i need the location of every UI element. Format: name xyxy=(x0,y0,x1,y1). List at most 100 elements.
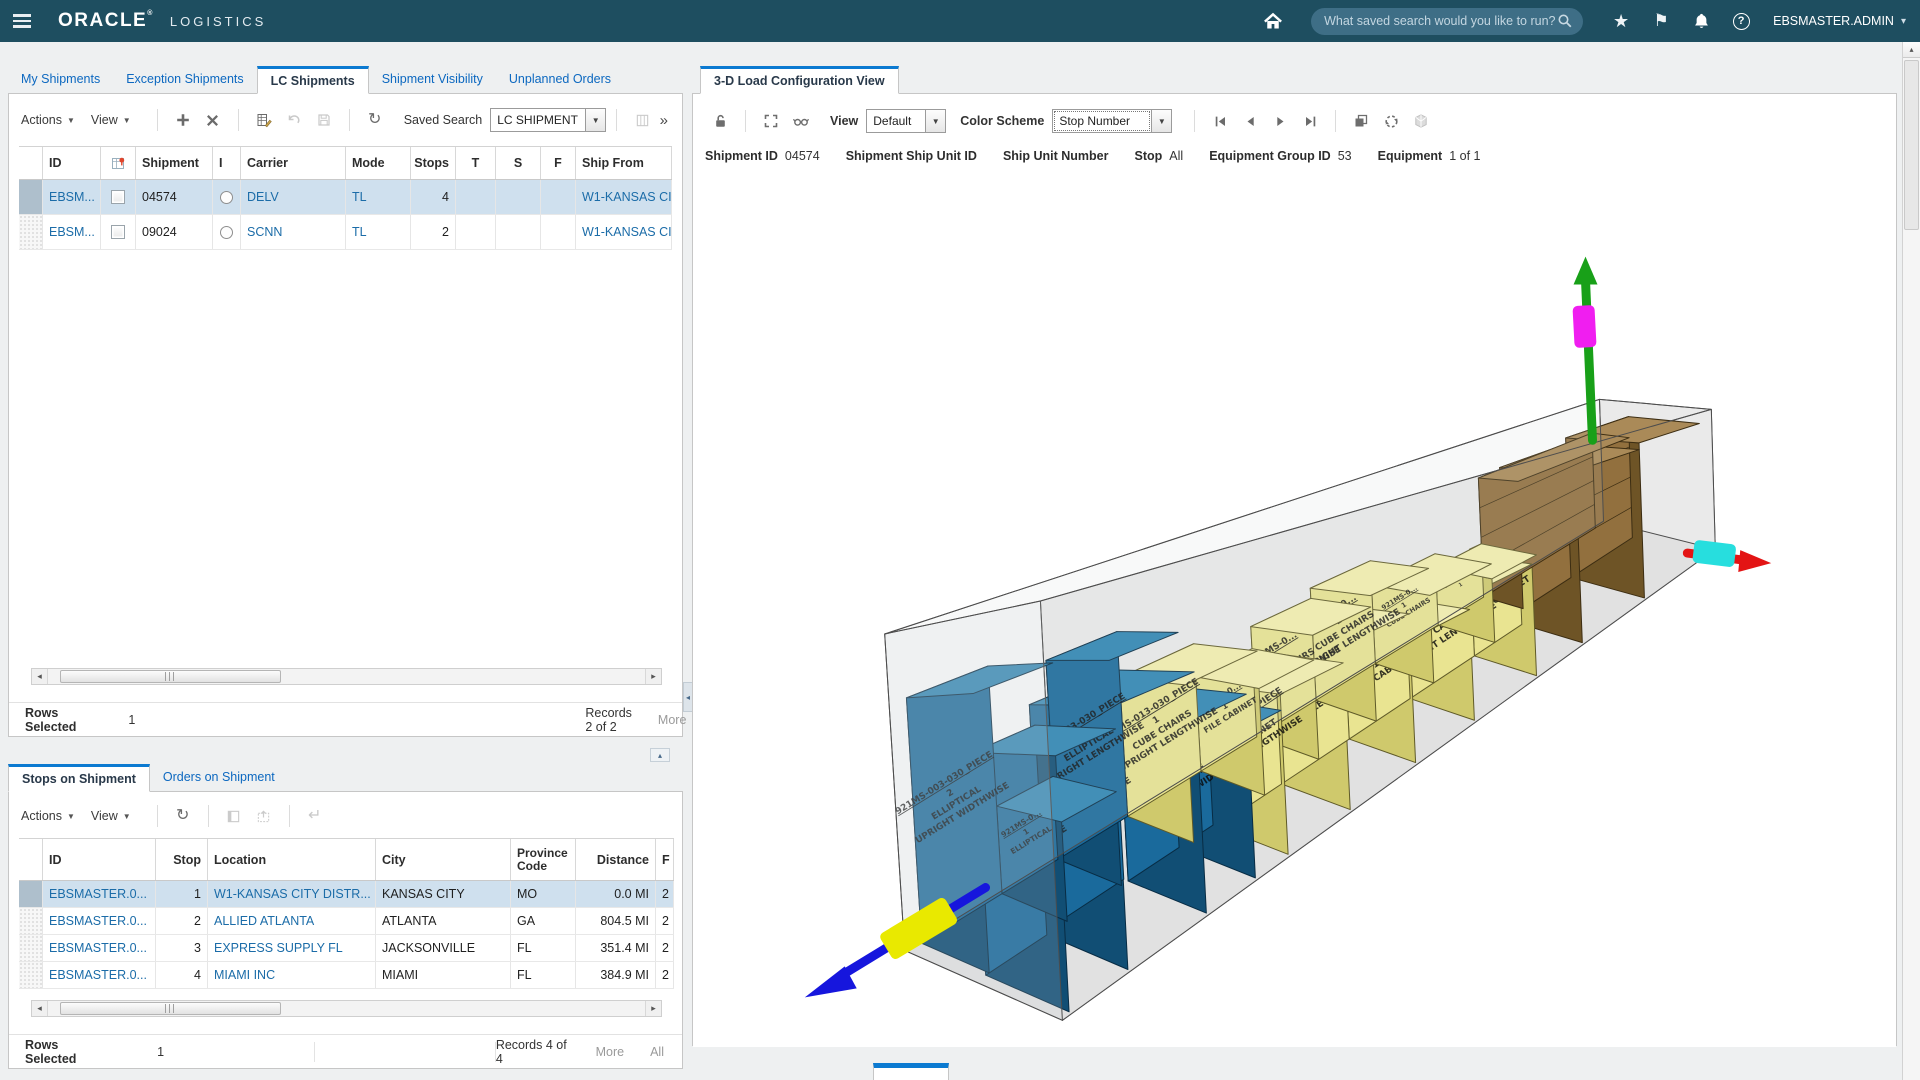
cell-link[interactable]: EBSMASTER.0... xyxy=(49,887,147,901)
table-row[interactable]: EBSMASTER.0...3EXPRESS SUPPLY FLJACKSONV… xyxy=(19,935,674,962)
table-row[interactable]: EBSM...09024SCNNTL2W1-KANSAS CI xyxy=(19,215,672,250)
shipments-hscrollbar[interactable]: ◂ ▸ xyxy=(31,668,662,685)
tab-shipment-visibility[interactable]: Shipment Visibility xyxy=(369,67,496,93)
color-scheme-dropdown-button[interactable]: ▼ xyxy=(1152,109,1172,133)
actions-menu-button[interactable]: Actions▼ xyxy=(21,113,75,127)
scroll-up-icon[interactable]: ▴ xyxy=(1903,42,1920,58)
first-equipment-icon[interactable] xyxy=(1208,109,1232,133)
row-selector-cell[interactable] xyxy=(19,908,43,934)
row-selector-cell[interactable] xyxy=(19,962,43,988)
rotate-icon[interactable] xyxy=(1379,109,1403,133)
column-header-t[interactable]: T xyxy=(456,147,496,179)
column-header-i[interactable]: I xyxy=(213,147,241,179)
mass-update-icon[interactable] xyxy=(252,108,276,132)
tab-orders-on-shipment[interactable]: Orders on Shipment xyxy=(150,765,288,791)
cell-link[interactable]: EBSM... xyxy=(49,225,95,239)
layers-icon[interactable] xyxy=(1349,109,1373,133)
home-icon[interactable] xyxy=(1253,0,1293,42)
column-header-stops[interactable]: Stops xyxy=(411,147,456,179)
column-header-f[interactable]: F xyxy=(541,147,576,179)
cell-link[interactable]: EBSMASTER.0... xyxy=(49,941,147,955)
panel-collapse-handle[interactable]: ▴ xyxy=(650,748,670,762)
cell-link[interactable]: W1-KANSAS CITY DISTR... xyxy=(214,887,371,901)
next-equipment-icon[interactable] xyxy=(1268,109,1292,133)
table-row[interactable]: EBSMASTER.0...4MIAMI INCMIAMIFL384.9 MI2 xyxy=(19,962,674,989)
column-header-id[interactable]: ID xyxy=(43,147,101,179)
load-3d-canvas[interactable]: 921MS-0...1FILE CABINET921MS-0...1FILE C… xyxy=(693,172,1896,1047)
search-input[interactable] xyxy=(1324,14,1557,28)
cell-link[interactable]: TL xyxy=(352,225,367,239)
color-scheme-value[interactable]: Stop Number xyxy=(1052,109,1152,133)
scroll-right-icon[interactable]: ▸ xyxy=(645,669,661,684)
page-vscrollbar[interactable]: ▴ xyxy=(1902,42,1920,1080)
tab-3d-load-configuration-view[interactable]: 3-D Load Configuration View xyxy=(700,66,899,94)
refresh-icon[interactable]: ↻ xyxy=(363,108,387,132)
scrollbar-thumb[interactable] xyxy=(1904,60,1919,230)
cell-link[interactable]: EBSMASTER.0... xyxy=(49,914,147,928)
table-row[interactable]: EBSM...04574DELVTL4W1-KANSAS CI xyxy=(19,180,672,215)
view-menu-button[interactable]: View▼ xyxy=(91,809,131,823)
scroll-right-icon[interactable]: ▸ xyxy=(645,1001,661,1016)
scrollbar-thumb[interactable] xyxy=(60,670,281,683)
row-radio[interactable] xyxy=(213,180,241,214)
row-radio[interactable] xyxy=(213,215,241,249)
toolbar-overflow-button[interactable]: » xyxy=(660,112,668,129)
saved-search-value[interactable]: LC SHIPMENT xyxy=(490,108,586,132)
saved-search-combobox[interactable]: LC SHIPMENT ▼ xyxy=(490,108,606,132)
notifications-bell-icon[interactable] xyxy=(1681,0,1721,42)
saved-search-bar[interactable] xyxy=(1311,8,1583,35)
actions-menu-button[interactable]: Actions▼ xyxy=(21,809,75,823)
cell-link[interactable]: EBSM... xyxy=(49,190,95,204)
lock-icon[interactable] xyxy=(708,109,732,133)
column-header-ship-from[interactable]: Ship From xyxy=(576,147,672,179)
tab-stops-on-shipment[interactable]: Stops on Shipment xyxy=(8,764,150,792)
stops-hscrollbar[interactable]: ◂ ▸ xyxy=(31,1000,662,1017)
records-more-link[interactable]: More xyxy=(596,1045,624,1059)
column-header-distance[interactable]: Distance xyxy=(576,839,656,880)
delete-icon[interactable] xyxy=(201,108,225,132)
favorites-star-icon[interactable]: ★ xyxy=(1601,0,1641,42)
cell-link[interactable]: SCNN xyxy=(247,225,282,239)
last-equipment-icon[interactable] xyxy=(1298,109,1322,133)
view-value[interactable]: Default xyxy=(866,109,926,133)
column-header-f[interactable]: F xyxy=(656,839,674,880)
scroll-left-icon[interactable]: ◂ xyxy=(32,669,48,684)
cell-link[interactable]: EXPRESS SUPPLY FL xyxy=(214,941,343,955)
column-header-location[interactable]: Location xyxy=(208,839,376,880)
tab-exception-shipments[interactable]: Exception Shipments xyxy=(113,67,256,93)
column-header-s[interactable]: S xyxy=(496,147,541,179)
row-checkbox[interactable] xyxy=(101,215,136,249)
cell-link[interactable]: ALLIED ATLANTA xyxy=(214,914,314,928)
records-more-link[interactable]: More xyxy=(658,713,686,727)
cell-link[interactable]: W1-KANSAS CI xyxy=(582,190,672,204)
user-menu[interactable]: EBSMASTER.ADMIN ▾ xyxy=(1773,14,1906,28)
column-header-mode[interactable]: Mode xyxy=(346,147,411,179)
cell-link[interactable]: TL xyxy=(352,190,367,204)
view-menu-button[interactable]: View▼ xyxy=(91,113,131,127)
add-icon[interactable] xyxy=(171,108,195,132)
column-header-carrier[interactable]: Carrier xyxy=(241,147,346,179)
column-header-province-code[interactable]: Province Code xyxy=(511,839,576,880)
tab-unplanned-orders[interactable]: Unplanned Orders xyxy=(496,67,624,93)
column-header-city[interactable]: City xyxy=(376,839,511,880)
help-icon[interactable]: ? xyxy=(1721,0,1761,42)
fit-to-window-icon[interactable] xyxy=(759,109,783,133)
color-scheme-combobox[interactable]: Stop Number ▼ xyxy=(1052,109,1172,133)
hamburger-menu-icon[interactable] xyxy=(0,0,44,42)
table-row[interactable]: EBSMASTER.0...2ALLIED ATLANTAATLANTAGA80… xyxy=(19,908,674,935)
view-3d-glasses-icon[interactable] xyxy=(789,109,813,133)
column-header-id[interactable]: ID xyxy=(43,839,156,880)
tab-lc-shipments[interactable]: LC Shipments xyxy=(257,66,369,94)
hidden-bottom-tab-indicator[interactable] xyxy=(873,1063,949,1080)
row-selector-cell[interactable] xyxy=(19,180,43,214)
cell-link[interactable]: W1-KANSAS CI xyxy=(582,225,672,239)
load-3d-scene[interactable]: 921MS-0...1FILE CABINET921MS-0...1FILE C… xyxy=(693,172,1896,1047)
row-selector-cell[interactable] xyxy=(19,881,43,907)
flag-icon[interactable]: ⚑ xyxy=(1641,0,1681,42)
table-row[interactable]: EBSMASTER.0...1W1-KANSAS CITY DISTR...KA… xyxy=(19,881,674,908)
column-header-shipment[interactable]: Shipment xyxy=(136,147,213,179)
search-icon[interactable] xyxy=(1557,13,1573,29)
view-dropdown-button[interactable]: ▼ xyxy=(926,109,946,133)
refresh-icon[interactable]: ↻ xyxy=(171,804,195,828)
column-header-stop[interactable]: Stop xyxy=(156,839,208,880)
